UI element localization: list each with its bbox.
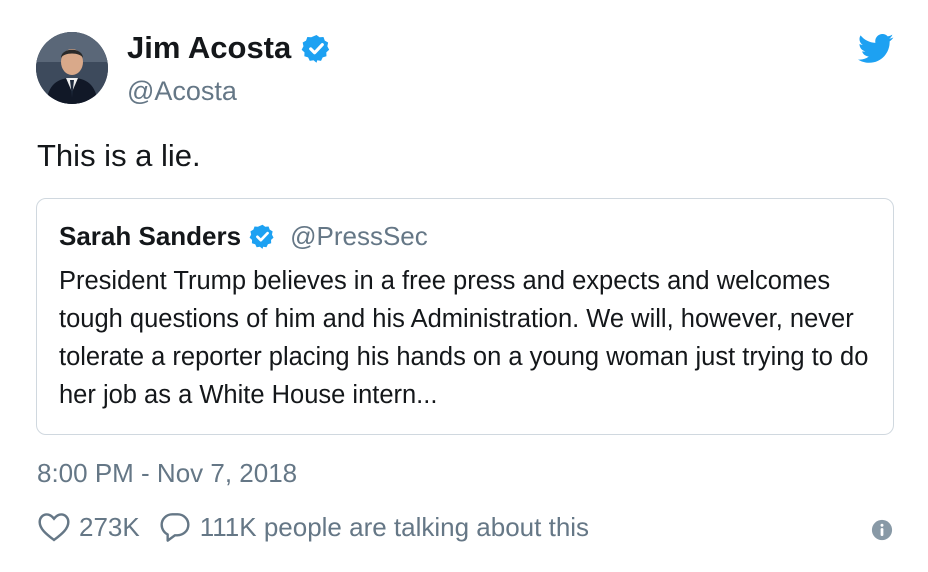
like-count[interactable]: 273K — [79, 512, 140, 543]
avatar-portrait — [36, 32, 108, 104]
quoted-tweet-card[interactable]: Sarah Sanders @PressSec President Trump … — [36, 198, 894, 435]
verified-badge-icon — [249, 224, 274, 249]
talking-count[interactable]: 111K people are talking about this — [200, 512, 589, 543]
quoted-author-handle: @PressSec — [290, 221, 428, 251]
tweet-timestamp[interactable]: 8:00 PM - Nov 7, 2018 — [37, 458, 297, 489]
heart-icon[interactable] — [37, 512, 71, 542]
info-icon[interactable] — [871, 519, 893, 541]
author-name[interactable]: Jim Acosta — [127, 30, 291, 66]
author-avatar[interactable] — [36, 32, 108, 104]
verified-badge-icon — [301, 34, 330, 63]
reply-bubble-icon[interactable] — [158, 511, 192, 543]
twitter-bird-icon[interactable] — [858, 34, 894, 64]
tweet-text: This is a lie. — [37, 138, 201, 173]
author-handle[interactable]: @Acosta — [127, 76, 237, 107]
quoted-tweet-text: President Trump believes in a free press… — [59, 267, 869, 409]
tweet-actions: 273K 111K people are talking about this — [37, 511, 589, 543]
quoted-author-row: Sarah Sanders @PressSec — [59, 221, 428, 252]
quoted-author-name: Sarah Sanders — [59, 221, 242, 251]
author-name-row: Jim Acosta — [127, 30, 332, 66]
